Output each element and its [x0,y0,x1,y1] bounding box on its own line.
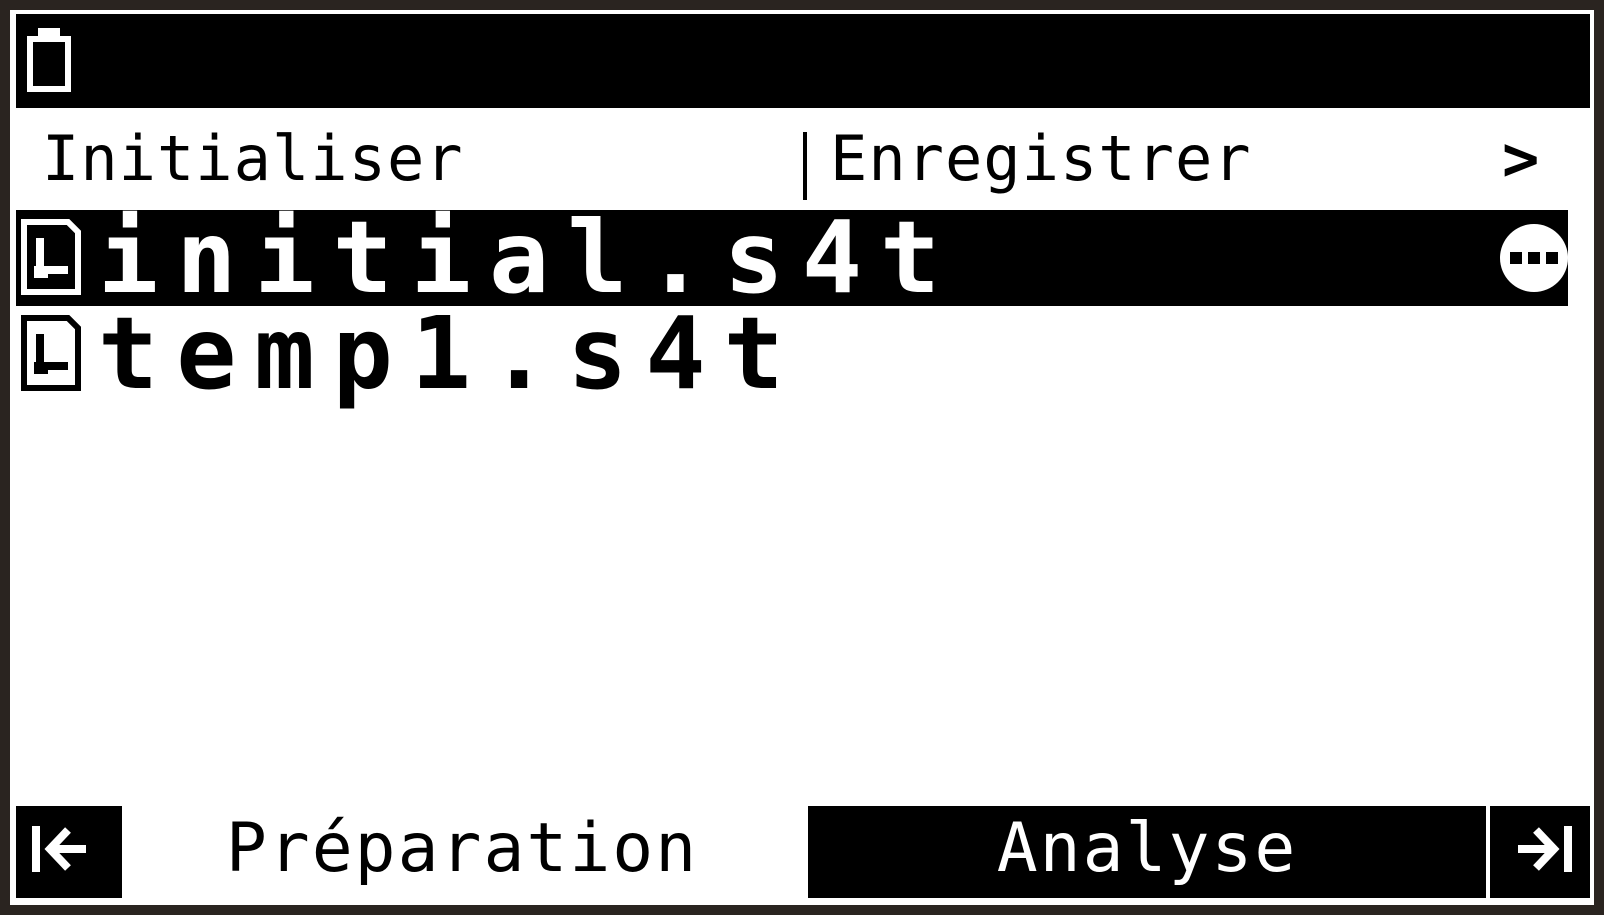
menu-next-arrow[interactable]: > [1502,114,1540,204]
tab-bar: Préparation Analyse [16,806,1590,900]
file-row-initial[interactable]: initial.s4t [16,199,1570,316]
menu-bar: Initialiser Enregistrer > [10,114,1594,204]
calculator-screen: Initialiser Enregistrer > initial.s4t te… [0,0,1604,915]
menu-save[interactable]: Enregistrer [830,114,1252,204]
status-bar [16,14,1590,108]
file-icon [21,219,81,295]
menu-divider [803,132,807,200]
file-row-temp1[interactable]: temp1.s4t [16,295,1568,412]
file-name: initial.s4t [98,199,959,316]
file-name: temp1.s4t [98,295,802,412]
menu-initialize[interactable]: Initialiser [42,114,464,204]
tab-preparation[interactable]: Préparation [122,806,802,898]
battery-icon [27,28,71,92]
arrow-left-to-bar-icon [32,826,86,872]
file-list: initial.s4t temp1.s4t [16,199,1590,770]
nav-first-button[interactable] [16,806,122,898]
arrow-right-to-bar-icon [1518,826,1572,872]
tab-analyse[interactable]: Analyse [808,806,1486,898]
more-options-icon[interactable] [1498,222,1570,294]
file-icon [21,315,81,391]
nav-last-button[interactable] [1490,806,1590,898]
